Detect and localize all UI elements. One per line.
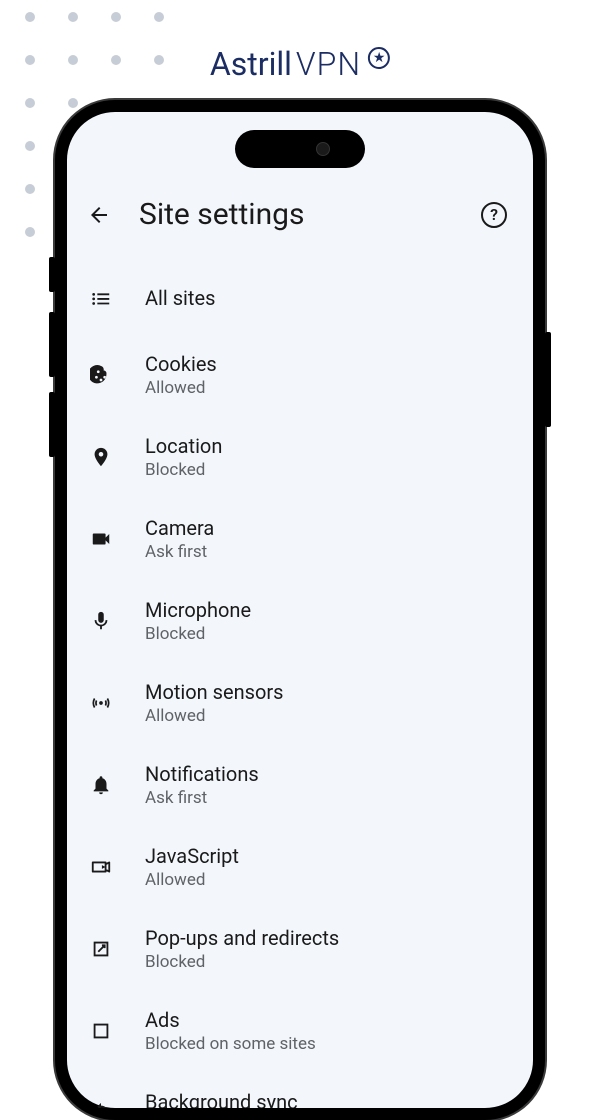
camera-icon bbox=[87, 525, 115, 553]
setting-status: Ask first bbox=[145, 788, 259, 808]
help-button[interactable]: ? bbox=[481, 202, 507, 228]
star-badge-icon: ★ bbox=[368, 47, 390, 69]
setting-cookies[interactable]: Cookies Allowed bbox=[77, 334, 523, 416]
setting-label: Location bbox=[145, 434, 222, 458]
setting-microphone[interactable]: Microphone Blocked bbox=[77, 580, 523, 662]
setting-javascript[interactable]: JavaScript Allowed bbox=[77, 826, 523, 908]
phone-screen: Site settings ? All sites Cookies bbox=[67, 112, 533, 1108]
setting-status: Allowed bbox=[145, 870, 239, 890]
setting-status: Blocked bbox=[145, 952, 339, 972]
setting-status: Blocked on some sites bbox=[145, 1034, 316, 1054]
setting-label: Motion sensors bbox=[145, 680, 284, 704]
setting-ads[interactable]: Ads Blocked on some sites bbox=[77, 990, 523, 1072]
location-icon bbox=[87, 443, 115, 471]
setting-label: All sites bbox=[145, 286, 215, 310]
phone-frame: Site settings ? All sites Cookies bbox=[55, 100, 545, 1120]
setting-label: Microphone bbox=[145, 598, 251, 622]
phone-side-button bbox=[49, 392, 55, 457]
setting-all-sites[interactable]: All sites bbox=[77, 262, 523, 334]
setting-location[interactable]: Location Blocked bbox=[77, 416, 523, 498]
arrow-left-icon bbox=[87, 203, 111, 227]
setting-label: JavaScript bbox=[145, 844, 239, 868]
setting-label: Camera bbox=[145, 516, 214, 540]
setting-background-sync[interactable]: Background sync Allowed bbox=[77, 1072, 523, 1108]
setting-label: Notifications bbox=[145, 762, 259, 786]
setting-status: Allowed bbox=[145, 706, 284, 726]
back-button[interactable] bbox=[87, 203, 111, 227]
astrillvpn-logo: AstrillVPN ★ bbox=[210, 45, 390, 83]
popup-icon bbox=[87, 935, 115, 963]
header-bar: Site settings ? bbox=[77, 187, 523, 252]
setting-label: Pop-ups and redirects bbox=[145, 926, 339, 950]
bell-icon bbox=[87, 771, 115, 799]
setting-label: Cookies bbox=[145, 352, 217, 376]
setting-status: Blocked bbox=[145, 624, 251, 644]
settings-list: All sites Cookies Allowed Location B bbox=[77, 252, 523, 1108]
setting-status: Blocked bbox=[145, 460, 222, 480]
page-title: Site settings bbox=[139, 197, 481, 232]
microphone-icon bbox=[87, 607, 115, 635]
setting-camera[interactable]: Camera Ask first bbox=[77, 498, 523, 580]
setting-popups[interactable]: Pop-ups and redirects Blocked bbox=[77, 908, 523, 990]
setting-status: Allowed bbox=[145, 378, 217, 398]
phone-side-button bbox=[49, 257, 55, 292]
motion-icon bbox=[87, 689, 115, 717]
ads-icon bbox=[87, 1017, 115, 1045]
setting-status: Ask first bbox=[145, 542, 214, 562]
setting-label: Ads bbox=[145, 1008, 316, 1032]
setting-motion-sensors[interactable]: Motion sensors Allowed bbox=[77, 662, 523, 744]
phone-side-button bbox=[545, 332, 551, 427]
setting-label: Background sync bbox=[145, 1090, 298, 1108]
sync-icon bbox=[87, 1099, 115, 1108]
setting-notifications[interactable]: Notifications Ask first bbox=[77, 744, 523, 826]
cookie-icon bbox=[87, 361, 115, 389]
phone-side-button bbox=[49, 312, 55, 377]
question-icon: ? bbox=[490, 205, 498, 224]
list-icon bbox=[87, 284, 115, 312]
javascript-icon bbox=[87, 853, 115, 881]
